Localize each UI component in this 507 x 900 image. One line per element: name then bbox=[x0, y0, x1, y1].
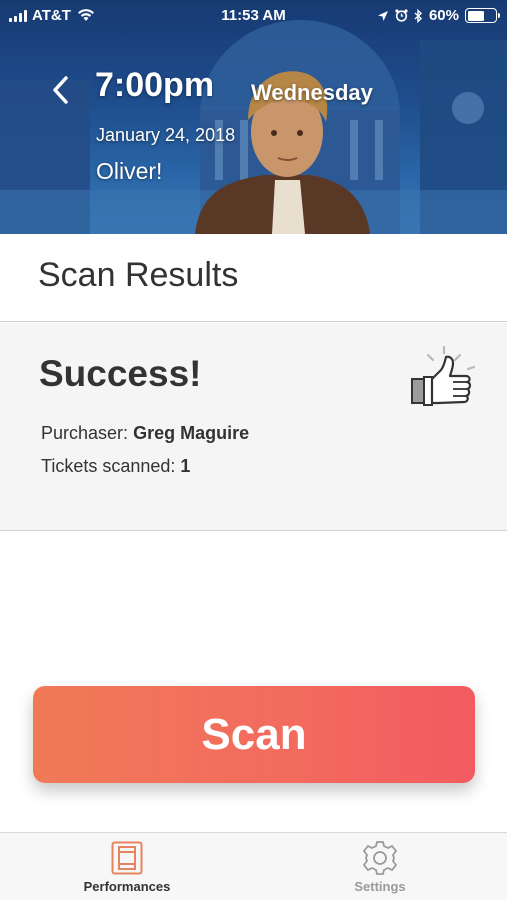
bluetooth-icon bbox=[414, 8, 422, 23]
tab-settings-label: Settings bbox=[354, 879, 406, 894]
battery-level bbox=[467, 10, 484, 21]
status-bar: AT&T 11:53 AM 60% bbox=[0, 0, 507, 32]
purchaser-label: Purchaser: bbox=[41, 423, 129, 443]
tab-bar: Performances Settings bbox=[0, 832, 507, 900]
page-title: Scan Results bbox=[38, 256, 239, 294]
ticket-icon bbox=[111, 841, 143, 875]
performance-time: 7:00pm bbox=[95, 66, 215, 104]
location-arrow-icon bbox=[377, 10, 388, 21]
tab-performances[interactable]: Performances bbox=[27, 833, 227, 900]
device-status: 60% bbox=[377, 7, 500, 24]
event-header: AT&T 11:53 AM 60% 7:00pm Wednesday Janua… bbox=[0, 0, 507, 234]
scan-status: Success! bbox=[39, 353, 202, 394]
tab-settings[interactable]: Settings bbox=[280, 833, 480, 900]
chevron-left-icon bbox=[53, 76, 68, 104]
performance-date: January 24, 2018 bbox=[96, 125, 236, 145]
scan-result-card: Success! Purchaser: Greg Maguire Tickets… bbox=[0, 323, 507, 531]
battery-icon bbox=[465, 8, 500, 23]
tickets-scanned-row: Tickets scanned: 1 bbox=[41, 456, 190, 477]
thumbs-up-icon bbox=[411, 345, 476, 406]
show-artwork bbox=[0, 20, 507, 234]
performance-day: Wednesday bbox=[251, 80, 373, 105]
purchaser-row: Purchaser: Greg Maguire bbox=[41, 423, 249, 444]
show-title: Oliver! bbox=[96, 158, 163, 184]
alarm-clock-icon bbox=[395, 9, 408, 22]
tickets-scanned-count: 1 bbox=[180, 456, 191, 476]
back-button[interactable] bbox=[44, 70, 76, 110]
scan-button[interactable]: Scan bbox=[33, 686, 475, 783]
gear-icon bbox=[362, 841, 398, 875]
results-title-bar: Scan Results bbox=[0, 234, 507, 322]
tickets-scanned-label: Tickets scanned: bbox=[41, 456, 176, 476]
tab-performances-label: Performances bbox=[83, 879, 171, 894]
battery-percent: 60% bbox=[428, 7, 459, 24]
purchaser-name: Greg Maguire bbox=[133, 423, 250, 443]
